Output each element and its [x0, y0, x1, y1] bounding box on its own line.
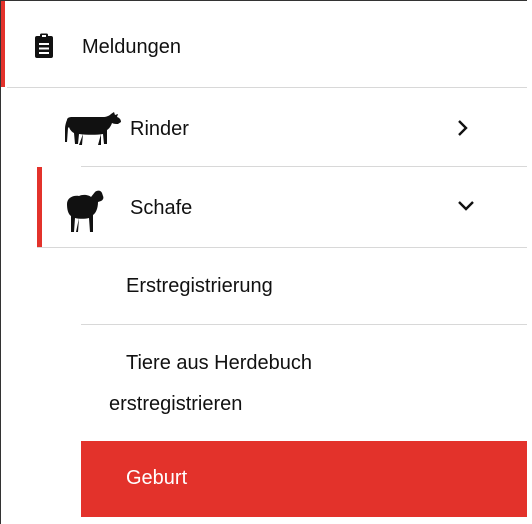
clipboard-icon — [34, 33, 54, 64]
nav-item-label: Schafe — [130, 197, 193, 219]
nav-subitem-geburt[interactable]: Geburt — [81, 441, 527, 517]
nav-item-label: Rinder — [130, 118, 189, 140]
sheep-icon — [65, 186, 105, 239]
nav-subitem-herdebuch[interactable]: Tiere aus Herdebuch erstregistrieren — [81, 325, 527, 437]
nav-item-rinder[interactable]: Rinder — [37, 88, 527, 168]
sidebar-nav: Meldungen Rinder Schafe Erstregistrierun… — [0, 0, 527, 524]
active-indicator — [37, 167, 42, 247]
nav-item-label: Meldungen — [82, 36, 181, 58]
chevron-right-icon[interactable] — [456, 118, 470, 143]
nav-subitem-label-line1: Tiere aus Herdebuch — [126, 352, 313, 374]
nav-subitem-label-line2: erstregistrieren — [109, 393, 243, 415]
chevron-down-icon[interactable] — [456, 199, 476, 218]
nav-item-schafe[interactable]: Schafe — [37, 167, 527, 247]
nav-item-meldungen[interactable]: Meldungen — [1, 1, 527, 87]
cow-icon — [63, 112, 123, 153]
nav-subitem-label: Erstregistrierung — [126, 275, 273, 297]
active-indicator — [1, 1, 5, 87]
nav-subitem-label: Geburt — [126, 467, 188, 489]
nav-subitem-erstregistrierung[interactable]: Erstregistrierung — [81, 248, 527, 324]
